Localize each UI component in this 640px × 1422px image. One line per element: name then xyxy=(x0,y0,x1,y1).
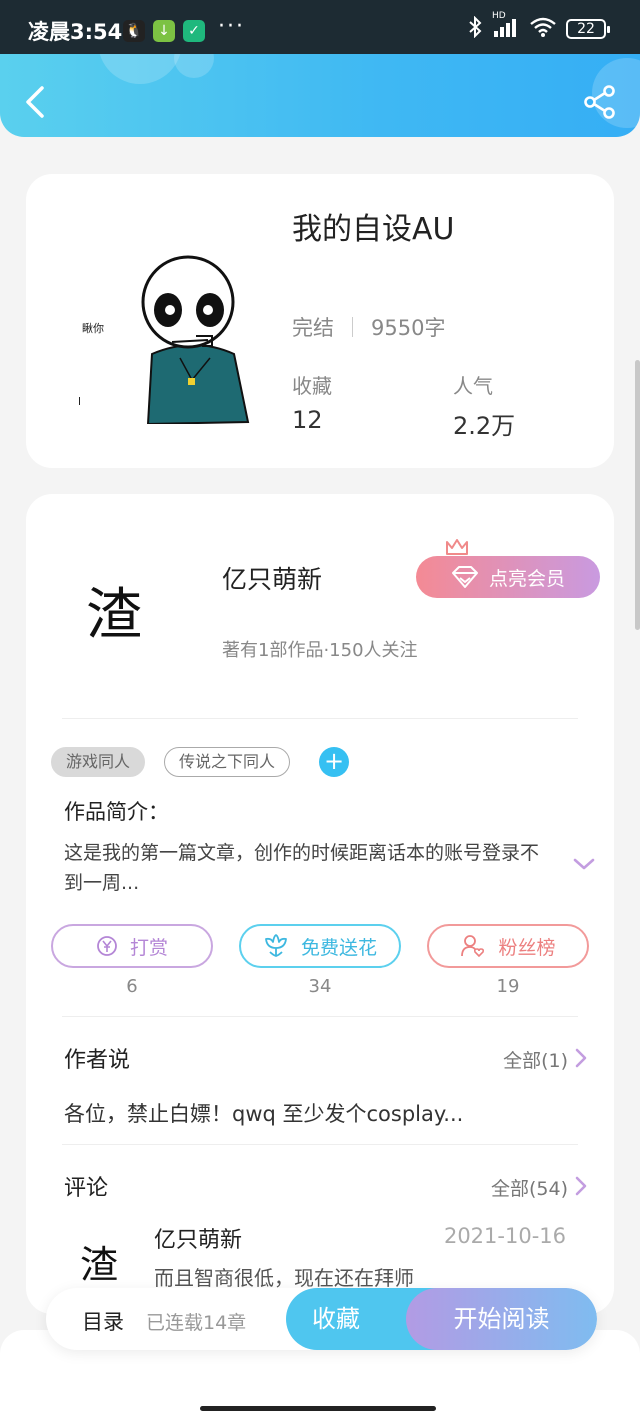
popularity-label: 人气 xyxy=(453,374,493,398)
bluetooth-icon xyxy=(468,15,482,42)
status-bar: 凌晨3:54 🐧 ↓ ✓ ··· HD 22 xyxy=(0,0,640,54)
divider xyxy=(62,718,578,719)
author-meta: 著有1部作品·150人关注 xyxy=(222,640,418,661)
flower-icon xyxy=(265,934,287,957)
status-right-icons: HD 22 xyxy=(468,11,610,42)
stat-divider xyxy=(352,317,353,337)
divider xyxy=(62,1016,578,1017)
battery-icon: 22 xyxy=(566,19,610,39)
chapter-count: 已连载14章 xyxy=(146,1312,247,1334)
crown-icon xyxy=(446,539,468,555)
book-title: 我的自设AU xyxy=(292,212,455,247)
download-notification-icon: ↓ xyxy=(153,20,175,42)
cover-caption: 瞅你 xyxy=(82,322,104,335)
flower-count: 34 xyxy=(308,976,332,997)
start-reading-button[interactable]: 开始阅读 xyxy=(406,1288,597,1350)
fan-count: 19 xyxy=(496,976,520,997)
signal-icon: HD xyxy=(492,11,520,41)
share-button[interactable] xyxy=(582,84,618,120)
qq-notification-icon: 🐧 xyxy=(123,20,145,42)
divider xyxy=(62,1144,578,1145)
expand-chevron-down-icon[interactable] xyxy=(572,856,596,872)
diamond-icon xyxy=(451,566,478,588)
send-flower-button[interactable]: 免费送花 xyxy=(239,924,401,968)
vip-member-label: 点亮会员 xyxy=(488,567,565,590)
book-cover[interactable]: 瞅你 xyxy=(76,254,256,426)
home-indicator[interactable] xyxy=(200,1406,436,1411)
comment-date: 2021-10-16 xyxy=(443,1224,566,1248)
book-details-card: 渣 亿只萌新 著有1部作品·150人关注 点亮会员 游戏同人 传说之下同人 + … xyxy=(26,494,614,1314)
fan-ranking-button[interactable]: 粉丝榜 xyxy=(427,924,589,968)
more-notifications-icon: ··· xyxy=(218,14,245,39)
share-icon xyxy=(584,85,615,119)
toc-button[interactable]: 目录 xyxy=(82,1306,124,1336)
back-button[interactable] xyxy=(20,82,52,122)
intro-text[interactable]: 这是我的第一篇文章，创作的时候距离话本的账号登录不到一周... xyxy=(64,838,554,898)
chevron-right-icon[interactable] xyxy=(574,1176,588,1196)
comment-avatar[interactable]: 渣 xyxy=(80,1234,118,1289)
comments-all-link[interactable]: 全部(54) xyxy=(491,1174,568,1201)
comment-text[interactable]: 而且智商很低，现在还在拜师 xyxy=(154,1262,414,1291)
intro-heading: 作品简介： xyxy=(64,800,169,824)
status-time: 凌晨3:54 xyxy=(28,20,123,44)
tip-label: 打赏 xyxy=(129,936,168,959)
wifi-icon xyxy=(530,17,556,41)
favorites-label: 收藏 xyxy=(292,374,332,398)
chevron-left-icon xyxy=(26,86,44,118)
chevron-right-icon[interactable] xyxy=(574,1048,588,1068)
user-heart-icon xyxy=(461,935,485,958)
tip-count: 6 xyxy=(126,976,138,997)
yen-coin-icon xyxy=(97,936,117,956)
favorites-value: 12 xyxy=(292,406,323,434)
vip-member-button[interactable]: 点亮会员 xyxy=(416,556,600,598)
word-count: 9550字 xyxy=(371,316,446,340)
author-name[interactable]: 亿只萌新 xyxy=(222,560,322,596)
comments-title: 评论 xyxy=(64,1176,109,1201)
tag-game-fanfic[interactable]: 游戏同人 xyxy=(51,747,146,777)
send-flower-label: 免费送花 xyxy=(300,936,377,959)
scrollbar[interactable] xyxy=(635,360,640,630)
comment-author-name[interactable]: 亿只萌新 xyxy=(154,1222,242,1254)
tag-undertale-fanfic[interactable]: 传说之下同人 xyxy=(164,747,291,777)
fan-ranking-label: 粉丝榜 xyxy=(498,936,556,959)
tip-button[interactable]: 打赏 xyxy=(51,924,213,968)
book-stat-row: 完结 9550字 xyxy=(292,312,445,342)
top-header: 凌晨3:54 🐧 ↓ ✓ ··· HD 22 xyxy=(0,0,640,137)
author-avatar[interactable]: 渣 xyxy=(86,570,142,651)
author-note-all-link[interactable]: 全部(1) xyxy=(503,1046,568,1073)
book-status: 完结 xyxy=(292,316,334,340)
add-tag-button[interactable]: + xyxy=(319,747,349,777)
author-note-title: 作者说 xyxy=(64,1048,131,1073)
popularity-value: 2.2万 xyxy=(453,412,516,440)
book-info-card: 瞅你 我的自设AU 完结 9550字 收藏 12 人气 2.2万 xyxy=(26,174,614,468)
bottom-action-bar: 目录 已连载14章 收藏 开始阅读 xyxy=(46,1288,597,1350)
author-note-text[interactable]: 各位，禁止白嫖！qwq 至少发个cosplay... xyxy=(64,1098,463,1128)
network-type-label: HD xyxy=(492,11,506,21)
shield-notification-icon: ✓ xyxy=(183,20,205,42)
cover-illustration-icon xyxy=(79,255,250,426)
